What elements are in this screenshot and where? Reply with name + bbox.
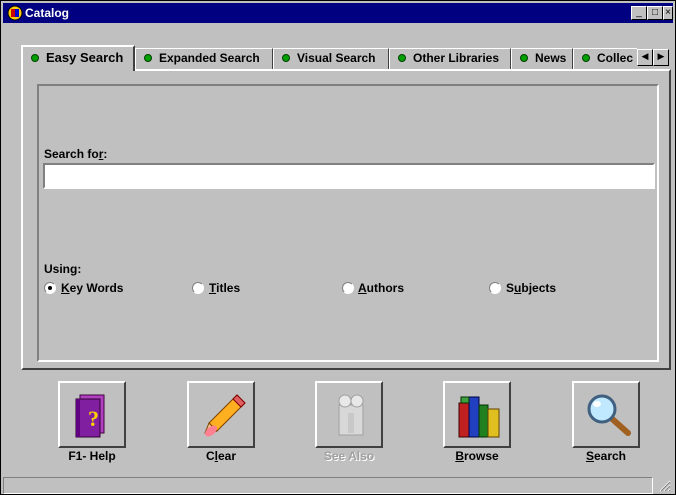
- radio-button[interactable]: [192, 282, 204, 294]
- tab-status-dot-icon: [282, 53, 290, 62]
- tab-label: Expanded Search: [159, 51, 260, 65]
- browse-button-label: Browse: [455, 449, 499, 463]
- radio-label-key-words: Key Words: [61, 281, 124, 295]
- radio-button[interactable]: [44, 282, 56, 294]
- tab-collections[interactable]: Collec: [573, 48, 637, 69]
- clear-button-label: Clear: [205, 449, 237, 463]
- help-book-icon: ?: [75, 394, 105, 438]
- tab-strip: Easy Search Expanded Search Visual Searc…: [21, 45, 673, 71]
- tab-status-dot-icon: [144, 53, 152, 62]
- help-button-label: F1- Help: [68, 449, 116, 463]
- tab-other-libraries[interactable]: Other Libraries: [389, 48, 511, 69]
- easy-search-panel: [21, 69, 671, 370]
- magnifier-icon: [587, 394, 631, 436]
- pencil-eraser-icon: [204, 394, 246, 437]
- maximize-button[interactable]: □: [647, 6, 663, 20]
- title-bar[interactable]: Catalog _ □ ×: [3, 3, 673, 23]
- tab-label: Other Libraries: [413, 51, 500, 65]
- radio-label-subjects: Subjects: [506, 281, 557, 295]
- radio-button[interactable]: [342, 282, 354, 294]
- tab-expanded-search[interactable]: Expanded Search: [135, 48, 273, 69]
- radio-selected-dot: [48, 286, 52, 290]
- help-button-face[interactable]: ?: [58, 381, 126, 448]
- tab-label: Easy Search: [46, 50, 124, 65]
- see-also-icon: [338, 394, 364, 436]
- search-button[interactable]: Search: [572, 381, 640, 463]
- tab-status-dot-icon: [520, 53, 528, 62]
- catalog-app-icon: [7, 5, 23, 21]
- search-input[interactable]: [43, 163, 655, 189]
- tab-label: News: [535, 51, 567, 65]
- clear-button-face[interactable]: [187, 381, 255, 448]
- see-also-button[interactable]: See Also: [315, 381, 383, 463]
- search-group-box: [37, 84, 659, 362]
- clear-button[interactable]: Clear: [187, 381, 255, 463]
- tab-label: Visual Search: [297, 51, 376, 65]
- see-also-button-face[interactable]: [315, 381, 383, 448]
- radio-label-authors: Authors: [358, 281, 405, 295]
- tab-status-dot-icon: [398, 53, 406, 62]
- window-title: Catalog: [25, 6, 70, 20]
- browse-button-face[interactable]: [443, 381, 511, 448]
- search-button-label: Search: [585, 449, 627, 463]
- tab-visual-search[interactable]: Visual Search: [273, 48, 389, 69]
- browse-button[interactable]: Browse: [443, 381, 511, 463]
- tab-label: Collec: [597, 51, 634, 65]
- close-button[interactable]: ×: [663, 6, 673, 20]
- tab-scroll-left-button[interactable]: ◀: [637, 49, 653, 66]
- tab-news[interactable]: News: [511, 48, 573, 69]
- tab-status-dot-icon: [582, 53, 590, 62]
- help-button[interactable]: ? F1- Help: [58, 381, 126, 463]
- status-pane: [3, 477, 653, 494]
- resize-grip-icon[interactable]: [658, 479, 671, 492]
- status-bar: [3, 477, 673, 494]
- books-icon: [458, 396, 500, 438]
- minimize-button[interactable]: _: [631, 6, 647, 20]
- search-button-face[interactable]: [572, 381, 640, 448]
- search-for-label: Search for:: [44, 147, 108, 161]
- svg-text:?: ?: [88, 406, 99, 431]
- tab-easy-search[interactable]: Easy Search: [21, 45, 135, 71]
- see-also-button-label: See Also: [323, 449, 375, 463]
- tab-status-dot-icon: [31, 53, 39, 62]
- radio-label-titles: Titles: [209, 281, 241, 295]
- tab-scroll-right-button[interactable]: ▶: [653, 49, 669, 66]
- catalog-window: Catalog _ □ × Easy Search Expanded Searc…: [0, 0, 676, 495]
- using-label: Using:: [44, 262, 82, 276]
- radio-button[interactable]: [489, 282, 501, 294]
